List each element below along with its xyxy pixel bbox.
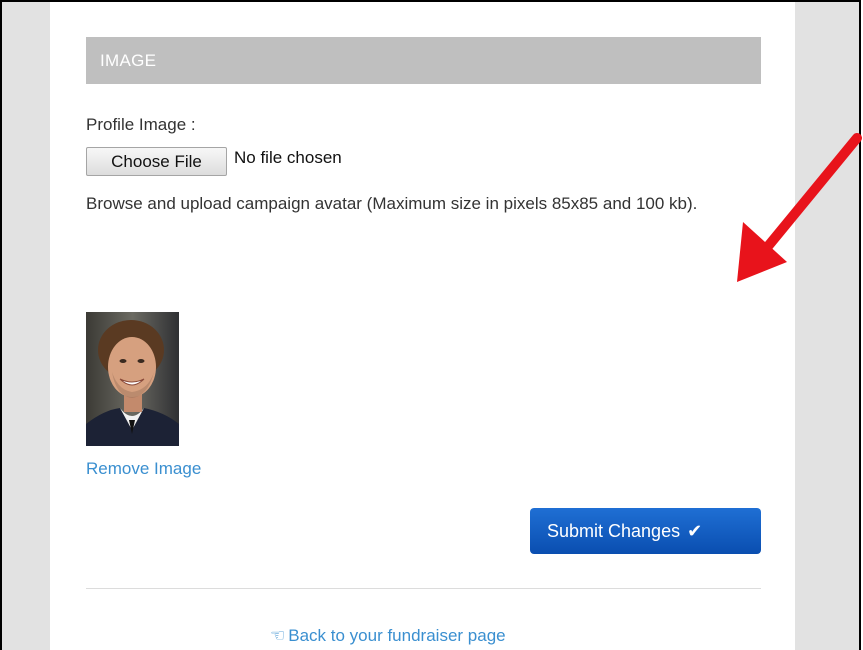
right-gutter: [795, 2, 859, 650]
back-to-fundraiser-link[interactable]: ☜ Back to your fundraiser page: [270, 626, 506, 646]
image-settings-panel: IMAGE Profile Image : Choose File No fil…: [50, 2, 795, 650]
remove-image-link[interactable]: Remove Image: [86, 459, 201, 479]
choose-file-button[interactable]: Choose File: [86, 147, 227, 176]
profile-photo: [86, 312, 179, 446]
annotation-arrow-icon: [737, 133, 862, 282]
profile-image-label: Profile Image :: [86, 115, 196, 134]
checkmark-icon: ✔: [687, 521, 703, 541]
pointing-hand-icon: ☜: [270, 626, 286, 645]
file-status-text: No file chosen: [234, 148, 342, 167]
upload-help-text: Browse and upload campaign avatar (Maxim…: [86, 194, 698, 213]
submit-changes-button[interactable]: Submit Changes ✔: [530, 508, 761, 554]
left-gutter: [2, 2, 50, 650]
section-header: IMAGE: [86, 37, 761, 84]
divider: [86, 588, 761, 589]
submit-changes-label: Submit Changes: [547, 521, 681, 541]
profile-photo-image: [86, 312, 179, 446]
back-link-label: Back to your fundraiser page: [288, 626, 506, 645]
